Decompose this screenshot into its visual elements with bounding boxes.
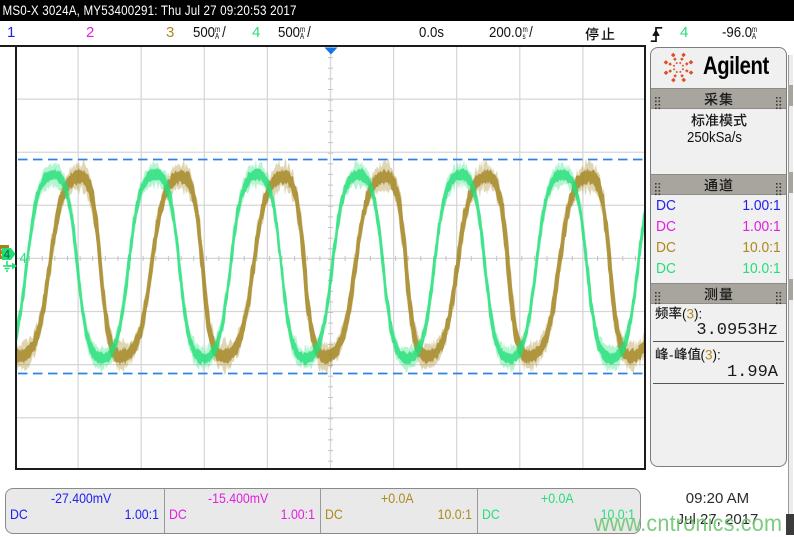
svg-text:4: 4 [4, 248, 11, 262]
